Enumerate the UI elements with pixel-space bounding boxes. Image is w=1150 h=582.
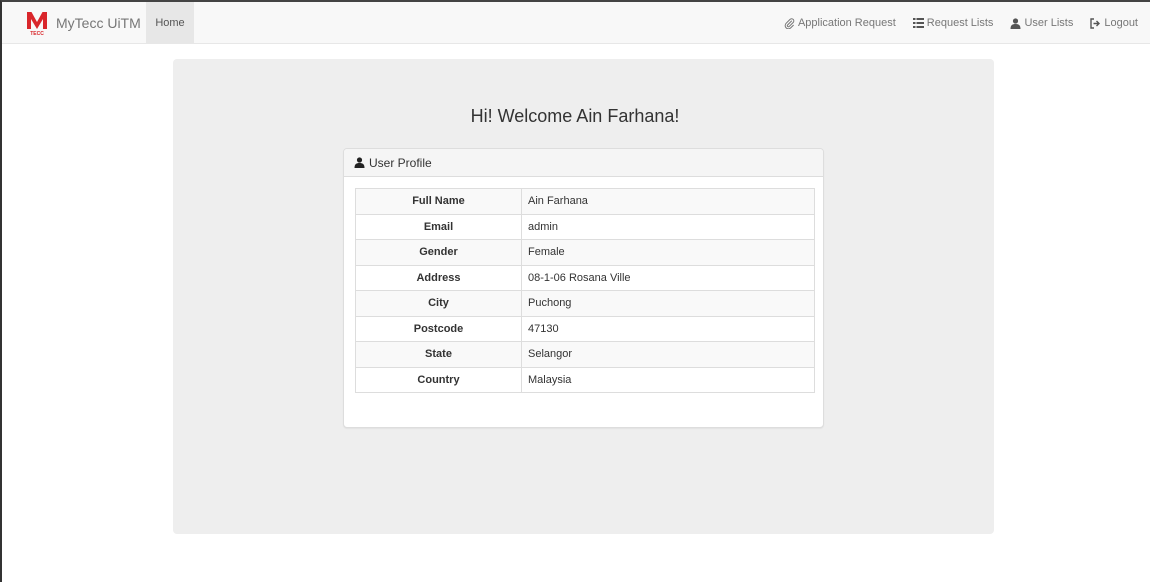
table-row: Gender Female	[355, 239, 815, 266]
nav-request-lists[interactable]: Request Lists	[912, 17, 994, 29]
field-label-gender: Gender	[355, 239, 522, 266]
field-value-full-name: Ain Farhana	[521, 188, 815, 215]
svg-text:TECC: TECC	[30, 31, 44, 36]
field-label-postcode: Postcode	[355, 315, 522, 342]
list-icon	[912, 18, 924, 28]
nav-user-lists[interactable]: User Lists	[1010, 17, 1073, 29]
field-label-full-name: Full Name	[355, 188, 522, 215]
field-label-address: Address	[355, 264, 522, 291]
table-row: City Puchong	[355, 290, 815, 317]
field-value-gender: Female	[521, 239, 815, 266]
nav-logout[interactable]: Logout	[1090, 17, 1138, 29]
welcome-heading: Hi! Welcome Ain Farhana!	[470, 106, 680, 126]
brand[interactable]: TECC MyTecc UiTM	[26, 2, 141, 44]
nav-application-request[interactable]: Application Request	[784, 17, 896, 29]
field-label-country: Country	[355, 366, 522, 393]
profile-table: Full Name Ain Farhana Email admin Gender…	[355, 188, 815, 393]
field-value-postcode: 47130	[521, 315, 815, 342]
paperclip-icon	[784, 17, 795, 29]
field-value-city: Puchong	[521, 290, 815, 317]
mytecc-logo: TECC	[27, 12, 47, 36]
user-icon	[354, 157, 365, 168]
nav-home[interactable]: Home	[146, 2, 194, 44]
field-label-city: City	[355, 290, 522, 317]
table-row: Address 08-1-06 Rosana Ville	[355, 264, 815, 291]
field-value-address: 08-1-06 Rosana Ville	[521, 264, 815, 291]
navbar: TECC MyTecc UiTM Home Application Reques…	[2, 2, 1150, 44]
nav-request-lists-label: Request Lists	[926, 17, 994, 29]
table-row: Full Name Ain Farhana	[355, 188, 815, 215]
panel-heading: User Profile	[344, 149, 823, 177]
nav-logout-label: Logout	[1104, 17, 1138, 29]
brand-name: MyTecc UiTM	[56, 15, 141, 31]
field-value-email: admin	[521, 213, 815, 240]
nav-application-request-label: Application Request	[797, 17, 896, 29]
table-row: Country Malaysia	[355, 366, 815, 393]
field-label-email: Email	[355, 213, 522, 240]
user-icon	[1010, 17, 1021, 29]
panel-title: User Profile	[369, 155, 432, 170]
field-value-state: Selangor	[521, 341, 815, 368]
user-profile-panel: User Profile Full Name Ain Farhana Email…	[343, 148, 824, 428]
nav-right: Application Request Request Lists User L…	[767, 2, 1138, 44]
table-row: Email admin	[355, 213, 815, 240]
logout-icon	[1090, 17, 1101, 29]
nav-user-lists-label: User Lists	[1024, 17, 1074, 29]
table-row: State Selangor	[355, 341, 815, 368]
table-row: Postcode 47130	[355, 315, 815, 342]
field-label-state: State	[355, 341, 522, 368]
field-value-country: Malaysia	[521, 366, 815, 393]
